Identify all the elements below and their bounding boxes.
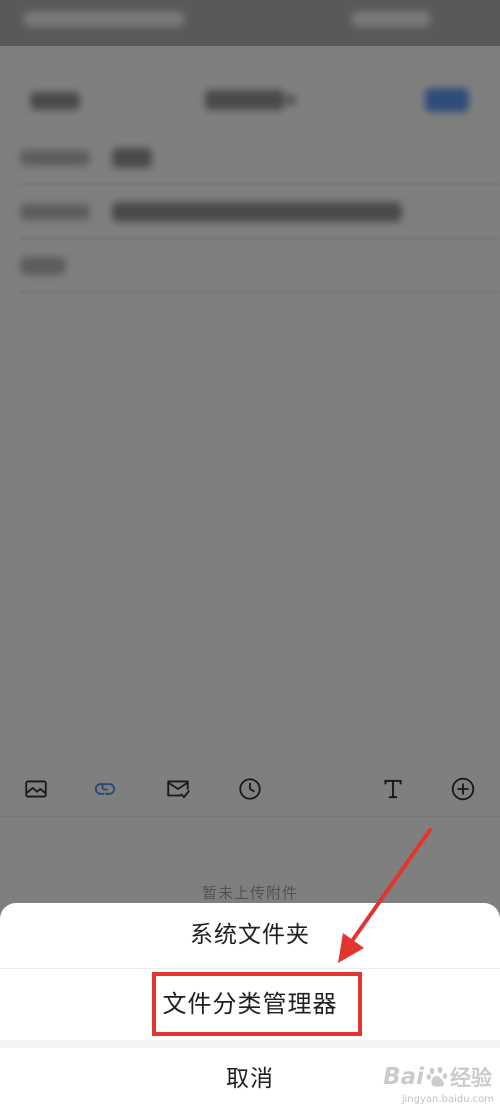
watermark-url: jingyan.baidu.com bbox=[401, 1094, 494, 1105]
watermark-brand: Bai bbox=[383, 1064, 424, 1090]
baidu-paw-icon bbox=[426, 1066, 448, 1087]
option-system-folder[interactable]: 系统文件夹 bbox=[0, 903, 500, 968]
sheet-cancel-separator bbox=[0, 1040, 500, 1048]
watermark-product: 经验 bbox=[450, 1066, 492, 1090]
baidu-jingyan-watermark: Bai 经验 bbox=[383, 1062, 492, 1092]
annotation-highlight-box bbox=[152, 972, 362, 1036]
